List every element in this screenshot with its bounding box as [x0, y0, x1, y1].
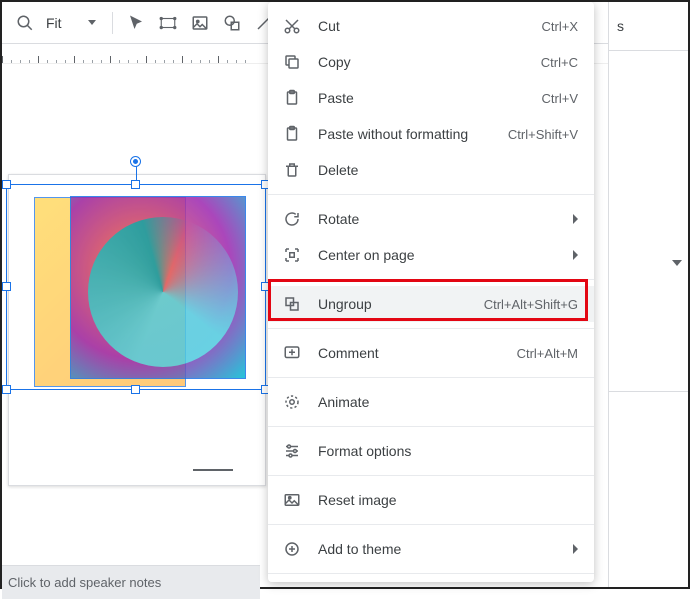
menu-label: Add to theme [318, 541, 565, 557]
comment-icon [282, 343, 302, 363]
context-menu: Cut Ctrl+X Copy Ctrl+C Paste Ctrl+V Past… [268, 2, 594, 582]
menu-label: Center on page [318, 247, 565, 263]
resize-handle-tc[interactable] [131, 180, 140, 189]
select-tool[interactable] [121, 8, 151, 38]
chevron-down-icon[interactable] [672, 260, 682, 266]
shape-tool[interactable] [217, 8, 247, 38]
menu-label: Copy [318, 54, 541, 70]
menu-label: Ungroup [318, 296, 484, 312]
menu-paste[interactable]: Paste Ctrl+V [268, 80, 594, 116]
theme-icon [282, 539, 302, 559]
chevron-down-icon [88, 20, 96, 25]
rotate-handle[interactable] [131, 157, 140, 166]
menu-label: Reset image [318, 492, 578, 508]
menu-center[interactable]: Center on page [268, 237, 594, 273]
menu-label: Cut [318, 18, 542, 34]
paste-icon [282, 88, 302, 108]
menu-label: Comment [318, 345, 517, 361]
menu-save-to-keep[interactable]: Save to Keep [268, 580, 594, 582]
panel-label: s [609, 2, 688, 50]
menu-paste-no-format[interactable]: Paste without formatting Ctrl+Shift+V [268, 116, 594, 152]
trash-icon [282, 160, 302, 180]
menu-copy[interactable]: Copy Ctrl+C [268, 44, 594, 80]
menu-animate[interactable]: Animate [268, 384, 594, 420]
resize-handle-tl[interactable] [2, 180, 11, 189]
menu-label: Delete [318, 162, 578, 178]
resize-handle-ml[interactable] [2, 282, 11, 291]
selection-box[interactable] [6, 184, 266, 390]
copy-icon [282, 52, 302, 72]
menu-add-to-theme[interactable]: Add to theme [268, 531, 594, 567]
menu-rotate[interactable]: Rotate [268, 201, 594, 237]
zoom-label: Fit [42, 15, 66, 31]
reset-image-icon [282, 490, 302, 510]
menu-ungroup[interactable]: Ungroup Ctrl+Alt+Shift+G [268, 286, 594, 322]
menu-cut[interactable]: Cut Ctrl+X [268, 8, 594, 44]
title-placeholder [193, 469, 233, 471]
speaker-notes-placeholder: Click to add speaker notes [8, 575, 161, 590]
submenu-arrow-icon [573, 250, 578, 260]
menu-shortcut: Ctrl+C [541, 55, 578, 70]
resize-handle-bc[interactable] [131, 385, 140, 394]
menu-shortcut: Ctrl+Alt+Shift+G [484, 297, 578, 312]
menu-label: Paste [318, 90, 542, 106]
resize-handle-bl[interactable] [2, 385, 11, 394]
menu-shortcut: Ctrl+V [542, 91, 578, 106]
image-tool[interactable] [185, 8, 215, 38]
submenu-arrow-icon [573, 544, 578, 554]
menu-format-options[interactable]: Format options [268, 433, 594, 469]
ungroup-icon [282, 294, 302, 314]
menu-shortcut: Ctrl+Alt+M [517, 346, 578, 361]
menu-label: Paste without formatting [318, 126, 508, 142]
zoom-icon[interactable] [10, 8, 40, 38]
zoom-dropdown[interactable]: Fit [42, 15, 96, 31]
cut-icon [282, 16, 302, 36]
center-icon [282, 245, 302, 265]
animate-icon [282, 392, 302, 412]
menu-shortcut: Ctrl+X [542, 19, 578, 34]
rotate-line [136, 165, 137, 181]
speaker-notes[interactable]: Click to add speaker notes [2, 565, 260, 599]
menu-shortcut: Ctrl+Shift+V [508, 127, 578, 142]
format-icon [282, 441, 302, 461]
menu-label: Rotate [318, 211, 565, 227]
menu-reset-image[interactable]: Reset image [268, 482, 594, 518]
submenu-arrow-icon [573, 214, 578, 224]
menu-label: Format options [318, 443, 578, 459]
menu-label: Animate [318, 394, 578, 410]
paste-icon [282, 124, 302, 144]
textbox-tool[interactable] [153, 8, 183, 38]
rotate-icon [282, 209, 302, 229]
menu-delete[interactable]: Delete [268, 152, 594, 188]
menu-comment[interactable]: Comment Ctrl+Alt+M [268, 335, 594, 371]
right-panel: s [608, 2, 688, 587]
